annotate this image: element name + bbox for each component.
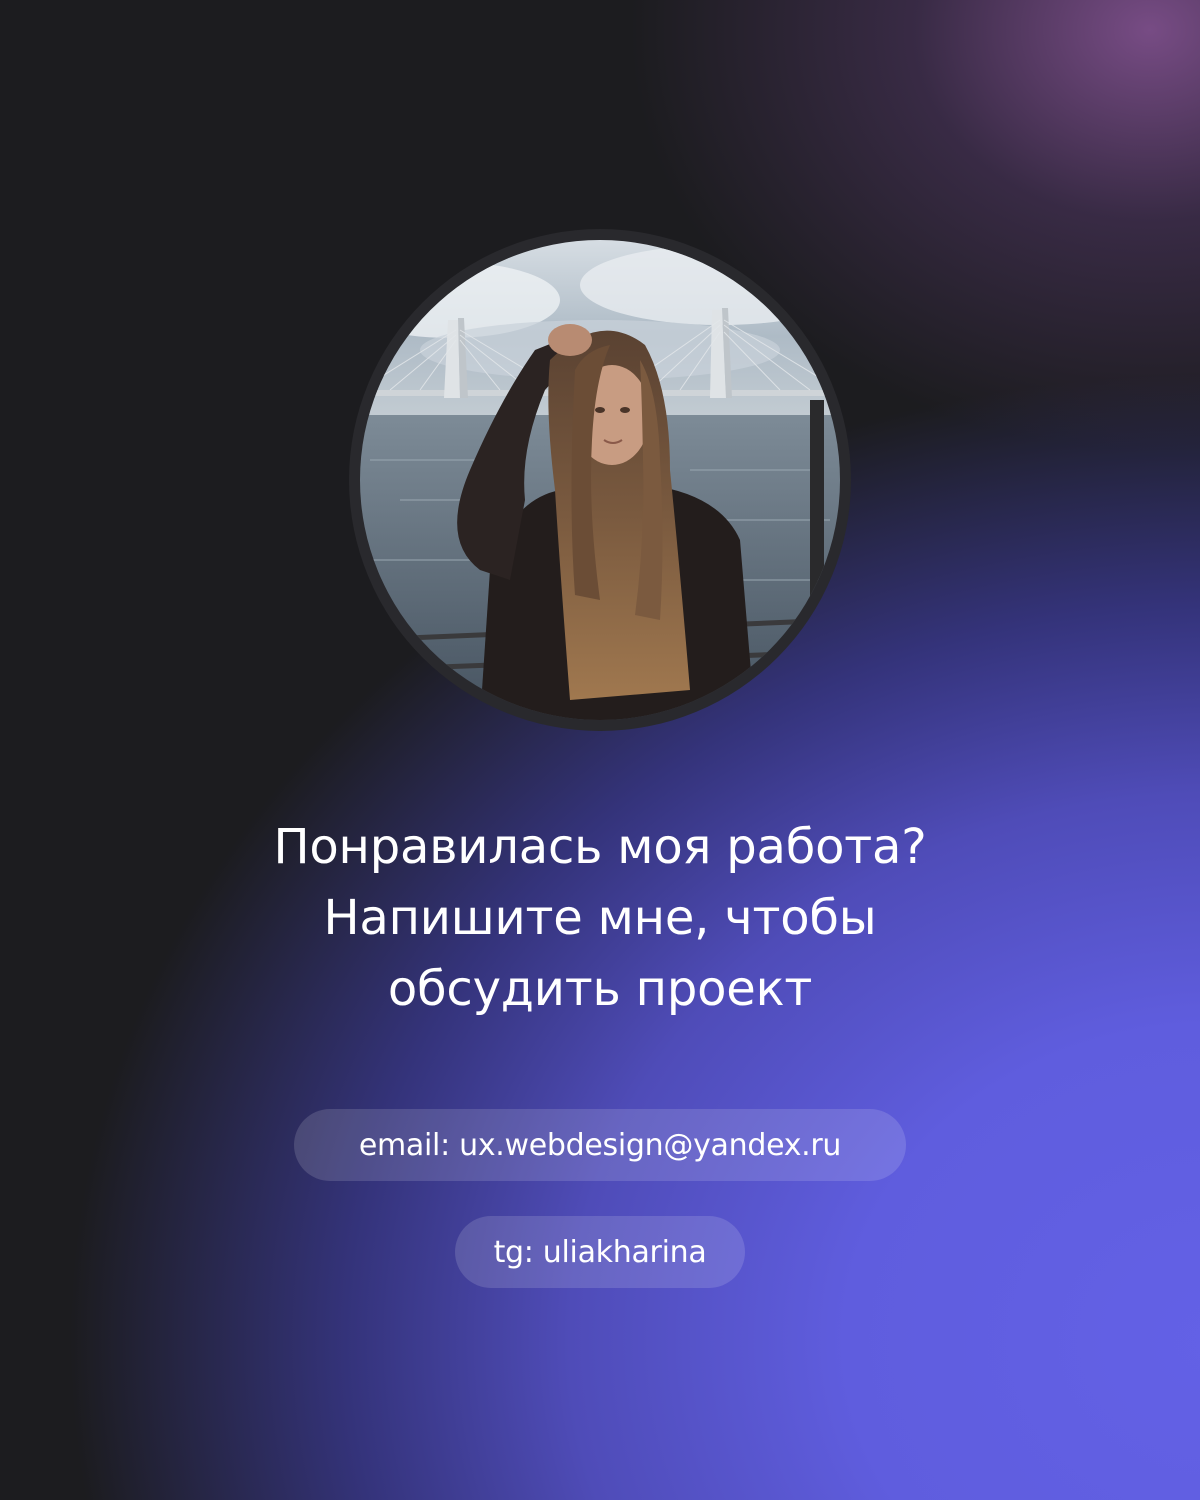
telegram-contact-label: tg: uliakharina xyxy=(493,1234,707,1270)
headline-line-1: Понравилась моя работа? xyxy=(273,819,927,875)
telegram-contact-link[interactable]: tg: uliakharina xyxy=(455,1216,745,1288)
profile-photo xyxy=(360,240,840,720)
headline-line-2: Напишите мне, чтобы xyxy=(323,890,877,946)
avatar xyxy=(349,229,851,731)
headline: Понравилась моя работа? Напишите мне, чт… xyxy=(0,812,1200,1025)
email-contact-label: email: ux.webdesign@yandex.ru xyxy=(358,1127,842,1163)
headline-line-3: обсудить проект xyxy=(387,961,813,1017)
email-contact-link[interactable]: email: ux.webdesign@yandex.ru xyxy=(294,1109,906,1181)
